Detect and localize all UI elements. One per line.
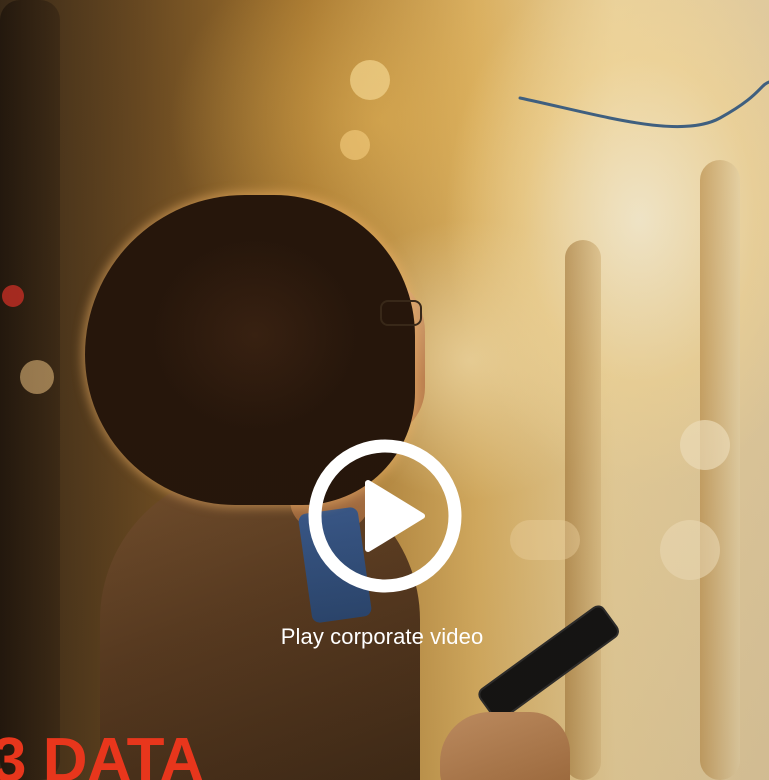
play-video-button[interactable]: [305, 436, 465, 596]
bokeh-red-light: [2, 285, 24, 307]
tree-trunk: [565, 240, 601, 780]
bokeh-light: [20, 360, 54, 394]
decorative-curve: [518, 80, 769, 129]
bokeh-light: [340, 130, 370, 160]
hero-section: Play corporate video 23 DATA: [0, 0, 769, 780]
play-video-label[interactable]: Play corporate video: [200, 624, 564, 650]
bokeh-light: [510, 520, 580, 560]
bokeh-light: [660, 520, 720, 580]
headline: 23 DATA: [0, 726, 204, 780]
bokeh-light: [680, 420, 730, 470]
bokeh-light: [350, 60, 390, 100]
play-icon[interactable]: [305, 436, 465, 596]
glasses: [380, 300, 422, 326]
hand: [440, 712, 570, 780]
tree-trunk: [700, 160, 740, 780]
